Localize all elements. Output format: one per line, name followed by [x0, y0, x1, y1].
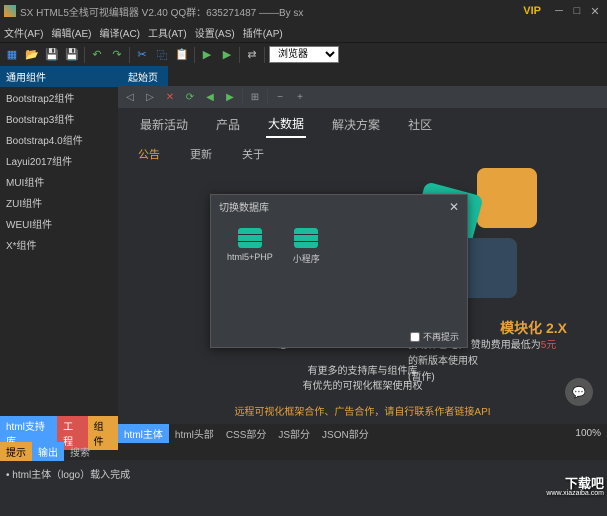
console-line: • html主体（logo）载入完成: [6, 466, 601, 481]
sidebar: 通用组件 Bootstrap2组件 Bootstrap3组件 Bootstrap…: [0, 66, 118, 424]
minimize-button[interactable]: ─: [551, 4, 567, 18]
zoom-percent: 100%: [575, 428, 601, 439]
tab-start[interactable]: 起始页: [118, 66, 168, 87]
bt-htmlhead[interactable]: html头部: [169, 424, 220, 443]
maximize-button[interactable]: □: [569, 4, 585, 18]
fit-icon[interactable]: ⊞: [247, 89, 263, 105]
titlebar: SX HTML5全栈可视编辑器 V2.40 QQ群：635271487 ——By…: [0, 0, 607, 22]
browser-select[interactable]: 浏览器: [269, 46, 339, 63]
save-icon[interactable]: 💾: [44, 47, 60, 63]
run-icon[interactable]: ▶: [199, 47, 215, 63]
separator: [242, 89, 243, 105]
toolbar: ▦ 📂 💾 💾 ↶ ↷ ✂ ⿻ 📋 ▶ ▶ ⇄ 浏览器: [0, 42, 607, 66]
debug-icon[interactable]: ▶: [219, 47, 235, 63]
sidebar-item-weui[interactable]: WEUI组件: [0, 213, 118, 234]
no-prompt-checkbox[interactable]: [410, 332, 420, 342]
nav-community[interactable]: 社区: [406, 112, 434, 137]
redo-icon[interactable]: ↷: [109, 47, 125, 63]
menubar: 文件(AF) 编辑(AE) 编译(AC) 工具(AT) 设置(AS) 插件(AP…: [0, 22, 607, 42]
menu-settings[interactable]: 设置(AS): [195, 25, 235, 40]
toggle-icon[interactable]: ⇄: [244, 47, 260, 63]
sidebar-header[interactable]: 通用组件: [0, 66, 118, 87]
bt-htmlbody[interactable]: html主体: [118, 424, 169, 443]
sidebar-item-mui[interactable]: MUI组件: [0, 171, 118, 192]
console-tabs: 提示 输出 搜索: [0, 442, 607, 460]
menu-file[interactable]: 文件(AF): [4, 25, 43, 40]
ct-hint[interactable]: 提示: [0, 442, 32, 461]
paste-icon[interactable]: 📋: [174, 47, 190, 63]
saveas-icon[interactable]: 💾: [64, 47, 80, 63]
page-toolbar: ◁ ▷ ✕ ⟳ ◀ ▶ ⊞ − +: [118, 86, 607, 108]
nav-product[interactable]: 产品: [214, 112, 242, 137]
subtab-update[interactable]: 更新: [190, 146, 212, 162]
nav-bigdata[interactable]: 大数据: [266, 111, 306, 138]
bt-json[interactable]: JSON部分: [316, 424, 375, 443]
dialog-close-icon[interactable]: ✕: [449, 200, 459, 214]
dialog-title: 切换数据库: [219, 199, 269, 214]
separator: [84, 47, 85, 63]
close-button[interactable]: ✕: [587, 4, 603, 18]
menu-tools[interactable]: 工具(AT): [148, 25, 187, 40]
bt-css[interactable]: CSS部分: [220, 424, 273, 443]
menu-plugins[interactable]: 插件(AP): [243, 25, 283, 40]
subtab-about[interactable]: 关于: [242, 146, 264, 162]
window-title: SX HTML5全栈可视编辑器 V2.40 QQ群：635271487 ——By…: [20, 4, 523, 19]
app-logo-icon: [4, 5, 16, 17]
document-tabs: 起始页: [118, 66, 607, 86]
watermark: 下载吧 www.xiazaiba.com: [546, 477, 604, 497]
db-option-miniapp[interactable]: 小程序: [293, 228, 320, 265]
nav-latest[interactable]: 最新活动: [138, 112, 190, 137]
ct-search[interactable]: 搜索: [64, 442, 96, 461]
sidebar-item-layui[interactable]: Layui2017组件: [0, 150, 118, 171]
zoom-in-icon[interactable]: +: [292, 89, 308, 105]
bt-js[interactable]: JS部分: [272, 424, 316, 443]
brand-title: 模块化 2.X: [500, 318, 567, 338]
db-option-html5php[interactable]: html5+PHP: [227, 228, 273, 265]
nav-tabs: 最新活动 产品 大数据 解决方案 社区: [118, 108, 607, 140]
cut-icon[interactable]: ✂: [134, 47, 150, 63]
separator: [239, 47, 240, 63]
zoom-out-icon[interactable]: −: [272, 89, 288, 105]
chat-fab-icon[interactable]: 💬: [565, 378, 593, 406]
sidebar-item-bootstrap2[interactable]: Bootstrap2组件: [0, 87, 118, 108]
subtab-notice[interactable]: 公告: [138, 146, 160, 162]
menu-edit[interactable]: 编辑(AE): [51, 25, 91, 40]
api-link[interactable]: 远程可视化框架合作、广告合作，请自行联系作者链接API: [118, 403, 607, 418]
separator: [264, 47, 265, 63]
sidebar-item-bootstrap3[interactable]: Bootstrap3组件: [0, 108, 118, 129]
forward-icon[interactable]: ▷: [142, 89, 158, 105]
back-icon[interactable]: ◁: [122, 89, 138, 105]
no-prompt-label: 不再提示: [423, 330, 459, 343]
separator: [194, 47, 195, 63]
open-icon[interactable]: 📂: [24, 47, 40, 63]
bottom-tabs: html支持库 工程 组件 html主体 html头部 CSS部分 JS部分 J…: [0, 424, 607, 442]
menu-compile[interactable]: 编译(AC): [99, 25, 140, 40]
puzzle-piece-icon: [477, 168, 537, 228]
sub-tabs: 公告 更新 关于: [118, 140, 607, 168]
database-icon: [294, 228, 318, 248]
database-icon: [238, 228, 262, 248]
nav-solution[interactable]: 解决方案: [330, 112, 382, 137]
prev-icon[interactable]: ◀: [202, 89, 218, 105]
separator: [267, 89, 268, 105]
switch-db-dialog: 切换数据库 ✕ html5+PHP 小程序 不再提示: [210, 194, 468, 348]
next-icon[interactable]: ▶: [222, 89, 238, 105]
footer-text: 有更多的支持库与组件库 有优先的可视化框架使用权: [118, 364, 607, 394]
ct-output[interactable]: 输出: [32, 442, 64, 461]
separator: [129, 47, 130, 63]
sidebar-item-x[interactable]: X*组件: [0, 234, 118, 255]
refresh-icon[interactable]: ⟳: [182, 89, 198, 105]
sidebar-item-bootstrap4[interactable]: Bootstrap4.0组件: [0, 129, 118, 150]
undo-icon[interactable]: ↶: [89, 47, 105, 63]
cancel-icon[interactable]: ✕: [162, 89, 178, 105]
console-output: • html主体（logo）载入完成: [0, 460, 607, 516]
sidebar-item-zui[interactable]: ZUI组件: [0, 192, 118, 213]
copy-icon[interactable]: ⿻: [154, 47, 170, 63]
new-icon[interactable]: ▦: [4, 47, 20, 63]
vip-badge: VIP: [523, 5, 541, 17]
